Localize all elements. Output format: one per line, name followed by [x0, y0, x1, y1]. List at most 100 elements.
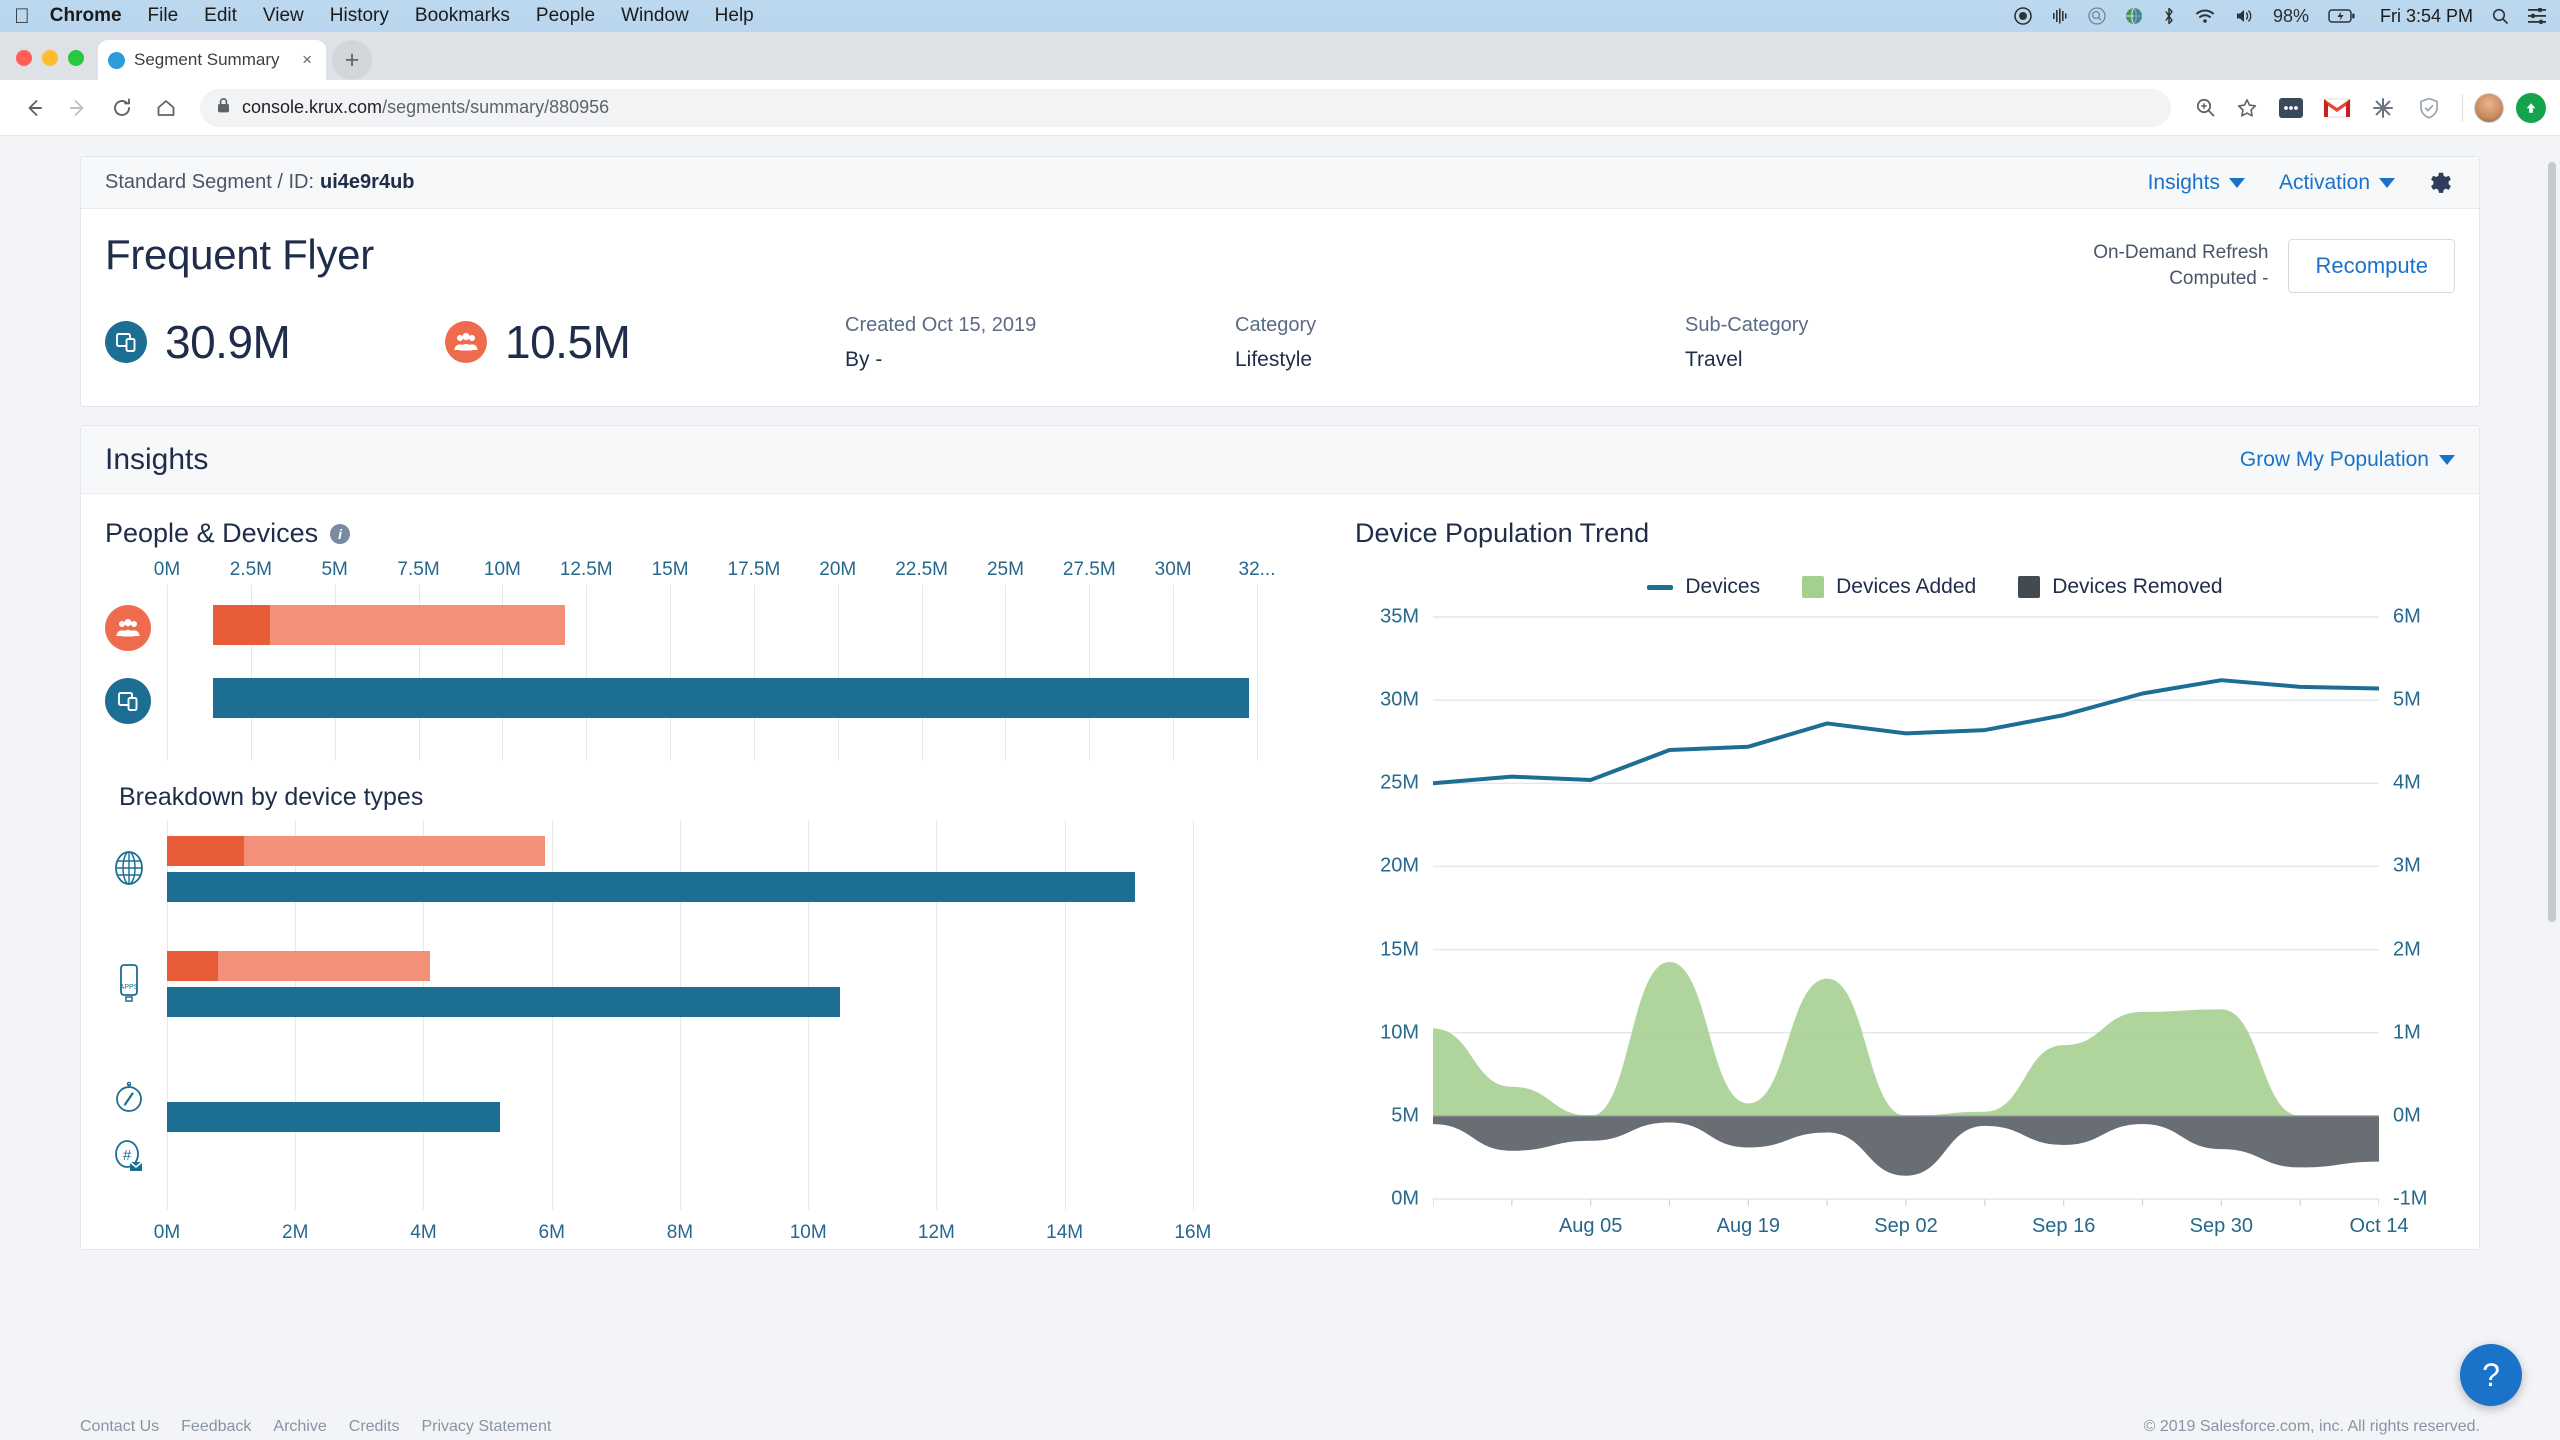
line-devices — [1430, 678, 2382, 786]
bar-segment[interactable] — [213, 678, 1250, 718]
x-axis-tick-label: Sep 02 — [1874, 1215, 1938, 1237]
insights-dropdown[interactable]: Insights — [2148, 171, 2245, 195]
battery-charging-icon[interactable] — [2328, 8, 2356, 24]
axis-tick-label: 16M — [1174, 1222, 1212, 1243]
window-controls — [0, 50, 98, 80]
menu-item-history[interactable]: History — [330, 5, 389, 27]
bar-segment-people[interactable] — [167, 836, 244, 866]
minimize-window-button[interactable] — [42, 50, 58, 66]
close-window-button[interactable] — [16, 50, 32, 66]
scrollbar-thumb[interactable] — [2548, 162, 2556, 922]
meta-subcategory: Sub-Category Travel — [1685, 315, 1808, 370]
footer-link-privacy[interactable]: Privacy Statement — [421, 1418, 551, 1436]
back-arrow-icon[interactable] — [14, 88, 54, 128]
people-devices-title: People & Devices i — [105, 518, 1303, 549]
devices-bar-track — [151, 678, 1257, 724]
zoom-magnifier-icon[interactable] — [2185, 88, 2225, 128]
menu-item-edit[interactable]: Edit — [204, 5, 237, 27]
update-arrow-icon[interactable] — [2516, 92, 2546, 123]
url-host: console.krux.com — [242, 97, 383, 117]
category-label: Category — [1235, 314, 1317, 336]
svg-text:APPS: APPS — [120, 984, 139, 991]
apple-icon[interactable]:  — [14, 6, 30, 27]
menu-item-file[interactable]: File — [148, 5, 179, 27]
bar-segment-people[interactable] — [218, 951, 430, 981]
shield-icon[interactable] — [2412, 91, 2446, 125]
bluetooth-icon[interactable] — [2162, 7, 2176, 25]
maximize-window-button[interactable] — [68, 50, 84, 66]
asterisk-icon[interactable] — [2366, 91, 2400, 125]
close-tab-button[interactable]: × — [298, 50, 316, 70]
bar-row-devices[interactable] — [105, 678, 1257, 724]
grow-my-population-label: Grow My Population — [2239, 447, 2429, 471]
axis-tick-label: 5M — [321, 559, 348, 580]
activation-dropdown[interactable]: Activation — [2279, 171, 2395, 195]
lastpass-icon[interactable] — [2274, 91, 2308, 125]
home-icon[interactable] — [146, 88, 186, 128]
soundwave-icon[interactable] — [2051, 7, 2069, 25]
people-icon — [105, 605, 151, 651]
volume-icon[interactable] — [2234, 7, 2254, 25]
device-population-trend-panel: Device Population Trend Devices Devices … — [1331, 494, 2479, 1249]
segment-id: ui4e9r4ub — [320, 171, 415, 193]
control-center-icon[interactable] — [2528, 8, 2546, 24]
right-axis-tick-label: 0M — [2393, 1104, 2421, 1127]
bar-segment[interactable] — [270, 605, 566, 645]
address-bar[interactable]: console.krux.com/segments/summary/880956 — [200, 88, 2171, 127]
people-count: 10.5M — [505, 316, 631, 368]
axis-tick-label: 6M — [538, 1222, 565, 1243]
gmail-icon[interactable] — [2320, 91, 2354, 125]
bar-segment-people[interactable] — [243, 836, 546, 866]
axis-tick-label: 14M — [1046, 1222, 1084, 1243]
bar-segment-people[interactable] — [167, 951, 219, 981]
breakdown-title: Breakdown by device types — [119, 783, 424, 811]
legend-item-devices-removed[interactable]: Devices Removed — [2018, 575, 2223, 599]
people-bar-track — [151, 605, 1257, 651]
gear-icon[interactable] — [2427, 169, 2455, 197]
menu-bar-clock[interactable]: Fri 3:54 PM — [2380, 6, 2473, 27]
bar-segment-devices[interactable] — [167, 872, 1136, 902]
search-icon[interactable] — [2492, 8, 2509, 25]
subcategory-value: Travel — [1685, 348, 1743, 371]
right-axis-tick-label: 5M — [2393, 688, 2421, 711]
left-axis-tick-label: 35M — [1380, 605, 1419, 628]
menu-item-window[interactable]: Window — [621, 5, 689, 27]
footer-link-contact[interactable]: Contact Us — [80, 1418, 159, 1436]
gridline — [1257, 585, 1258, 761]
bar-segment-devices[interactable] — [167, 1102, 501, 1132]
wifi-icon[interactable] — [2195, 7, 2215, 25]
globe-icon[interactable] — [2125, 7, 2143, 25]
page-scrollbar[interactable] — [2546, 136, 2558, 1440]
menu-item-bookmarks[interactable]: Bookmarks — [415, 5, 510, 27]
help-button[interactable]: ? — [2460, 1344, 2522, 1406]
bar-segment[interactable] — [213, 605, 270, 645]
legend-item-devices-added[interactable]: Devices Added — [1802, 575, 1976, 599]
forward-arrow-icon[interactable] — [58, 88, 98, 128]
reload-icon[interactable] — [102, 88, 142, 128]
recompute-button[interactable]: Recompute — [2288, 239, 2455, 293]
people-devices-panel: People & Devices i 0M 2.5M 5M 7.5M 10M 12.5M 1… — [81, 494, 1331, 1249]
browser-tab[interactable]: Segment Summary × — [98, 40, 326, 80]
menu-item-view[interactable]: View — [263, 5, 304, 27]
new-tab-button[interactable]: + — [332, 40, 372, 80]
profile-avatar[interactable] — [2474, 92, 2504, 123]
globe-icon — [105, 844, 153, 892]
axis-tick-label: 27.5M — [1062, 559, 1116, 580]
info-icon[interactable]: i — [330, 523, 351, 544]
legend-label-devices: Devices — [1685, 575, 1761, 598]
menu-item-people[interactable]: People — [536, 5, 595, 27]
menu-item-help[interactable]: Help — [715, 5, 754, 27]
bar-segment-devices[interactable] — [167, 987, 841, 1017]
grow-my-population-dropdown[interactable]: Grow My Population — [2240, 448, 2455, 472]
left-axis-tick-label: 20M — [1380, 854, 1419, 877]
footer-link-credits[interactable]: Credits — [349, 1418, 400, 1436]
record-icon[interactable] — [2014, 7, 2032, 25]
axis-tick-label: 0M — [153, 1222, 181, 1243]
footer-link-feedback[interactable]: Feedback — [181, 1418, 251, 1436]
menu-item-chrome[interactable]: Chrome — [50, 5, 122, 27]
bar-row-people[interactable] — [105, 605, 1257, 651]
search-magnifier-icon[interactable] — [2088, 7, 2106, 25]
legend-item-devices[interactable]: Devices — [1647, 575, 1760, 599]
footer-link-archive[interactable]: Archive — [273, 1418, 326, 1436]
star-icon[interactable] — [2227, 88, 2267, 128]
